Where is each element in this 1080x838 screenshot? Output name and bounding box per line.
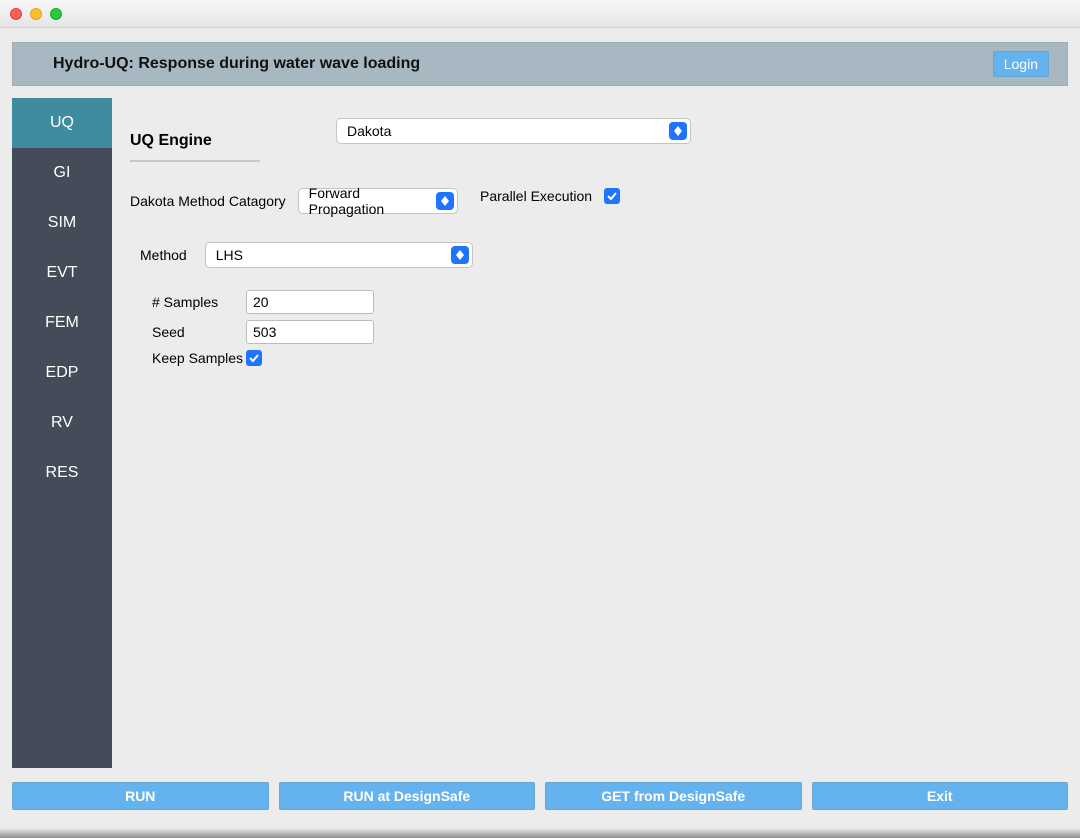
uq-engine-value: Dakota <box>347 123 391 139</box>
parallel-execution-checkbox[interactable] <box>604 188 620 204</box>
sidebar-item-res[interactable]: RES <box>12 448 112 498</box>
sidebar-item-uq[interactable]: UQ <box>12 98 112 148</box>
keep-samples-label: Keep Samples <box>152 350 246 366</box>
run-designsafe-button[interactable]: RUN at DesignSafe <box>279 782 536 810</box>
sidebar-item-gi[interactable]: GI <box>12 148 112 198</box>
chevron-updown-icon <box>451 246 469 264</box>
sidebar-item-edp[interactable]: EDP <box>12 348 112 398</box>
seed-label: Seed <box>152 324 246 340</box>
uq-engine-label: UQ Engine <box>130 132 260 162</box>
keep-samples-checkbox[interactable] <box>246 350 262 366</box>
window-chrome <box>0 0 1080 28</box>
login-button[interactable]: Login <box>993 51 1049 77</box>
traffic-light-zoom[interactable] <box>50 8 62 20</box>
get-designsafe-button[interactable]: GET from DesignSafe <box>545 782 802 810</box>
sidebar-item-evt[interactable]: EVT <box>12 248 112 298</box>
chevron-updown-icon <box>669 122 687 140</box>
exit-button[interactable]: Exit <box>812 782 1069 810</box>
method-value: LHS <box>216 247 243 263</box>
sidebar-item-rv[interactable]: RV <box>12 398 112 448</box>
method-label: Method <box>140 247 187 263</box>
dakota-category-label: Dakota Method Catagory <box>130 193 286 209</box>
sidebar-item-fem[interactable]: FEM <box>12 298 112 348</box>
seed-input[interactable] <box>246 320 374 344</box>
sidebar: UQ GI SIM EVT FEM EDP RV RES <box>12 98 112 768</box>
samples-label: # Samples <box>152 294 246 310</box>
dakota-category-value: Forward Propagation <box>309 185 429 217</box>
method-dropdown[interactable]: LHS <box>205 242 473 268</box>
parallel-execution-label: Parallel Execution <box>480 188 592 204</box>
page-title: Hydro-UQ: Response during water wave loa… <box>53 55 420 73</box>
uq-engine-dropdown[interactable]: Dakota <box>336 118 691 144</box>
samples-input[interactable] <box>246 290 374 314</box>
app-header: Hydro-UQ: Response during water wave loa… <box>12 42 1068 86</box>
run-button[interactable]: RUN <box>12 782 269 810</box>
traffic-light-close[interactable] <box>10 8 22 20</box>
dakota-category-dropdown[interactable]: Forward Propagation <box>298 188 458 214</box>
footer-bar: RUN RUN at DesignSafe GET from DesignSaf… <box>12 782 1068 810</box>
traffic-light-minimize[interactable] <box>30 8 42 20</box>
uq-panel: UQ Engine Dakota Dakota Method Catagory … <box>130 100 1068 758</box>
window-bottom-shadow <box>0 828 1080 838</box>
sidebar-item-sim[interactable]: SIM <box>12 198 112 248</box>
chevron-updown-icon <box>436 192 454 210</box>
